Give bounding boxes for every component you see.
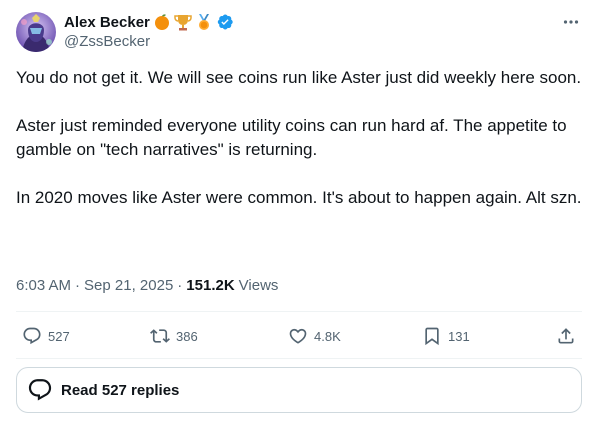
views-label: Views — [238, 276, 279, 294]
bookmark-button[interactable]: 131 — [422, 322, 470, 350]
meta-separator: · — [177, 276, 183, 294]
heart-icon — [289, 328, 307, 344]
like-button[interactable]: 4.8K — [288, 322, 341, 350]
medal-emoji — [195, 13, 213, 31]
repost-count: 386 — [176, 328, 198, 344]
reply-icon — [23, 327, 41, 345]
divider — [16, 358, 582, 359]
reply-bubble-icon — [28, 379, 52, 401]
meta-separator: · — [75, 276, 81, 294]
reply-button[interactable]: 527 — [22, 322, 70, 350]
share-button[interactable] — [556, 322, 576, 350]
author-name[interactable]: Alex Becker — [64, 14, 150, 31]
avatar[interactable] — [16, 12, 56, 52]
name-row: Alex Becker — [64, 12, 234, 32]
views-count: 151.2K — [186, 276, 235, 294]
repost-icon — [150, 329, 170, 343]
share-icon — [558, 328, 574, 344]
tweet-paragraph: Aster just reminded everyone utility coi… — [16, 116, 567, 159]
read-replies-label: Read 527 replies — [61, 381, 180, 399]
divider — [16, 311, 582, 312]
tweet-header: Alex Becker @ZssBecker — [16, 12, 582, 54]
verified-badge-icon[interactable] — [216, 13, 234, 31]
tweet-date[interactable]: Sep 21, 2025 — [84, 277, 173, 294]
bookmark-icon — [425, 327, 439, 346]
more-options-icon[interactable] — [560, 12, 582, 32]
bookmark-count: 131 — [448, 328, 470, 344]
reply-count: 527 — [48, 328, 70, 344]
repost-button[interactable]: 386 — [150, 322, 198, 350]
action-bar: 527 386 4.8K 131 — [16, 322, 582, 350]
read-replies-button[interactable]: Read 527 replies — [16, 367, 582, 413]
tweet-paragraph: In 2020 moves like Aster were common. It… — [16, 188, 582, 207]
tweet-paragraph: You do not get it. We will see coins run… — [16, 68, 582, 87]
trophy-emoji — [174, 13, 192, 31]
tweet-text: You do not get it. We will see coins run… — [16, 66, 582, 210]
like-count: 4.8K — [314, 328, 341, 344]
tweet-time[interactable]: 6:03 AM — [16, 277, 71, 294]
tweet-meta: 6:03 AM · Sep 21, 2025 · 151.2K Views — [16, 275, 278, 295]
orange-emoji — [153, 13, 171, 31]
author-handle[interactable]: @ZssBecker — [64, 33, 150, 50]
